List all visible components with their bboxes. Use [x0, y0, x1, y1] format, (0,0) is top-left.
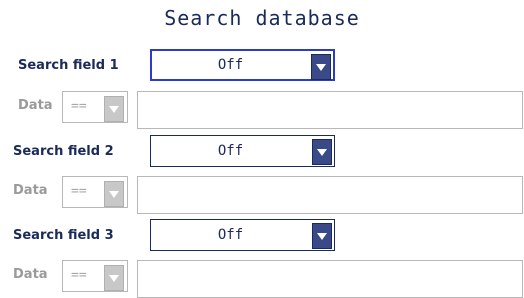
chevron-down-icon[interactable]	[104, 96, 124, 122]
page-title: Search database	[164, 6, 360, 30]
data-1-row: Data ==	[0, 91, 524, 129]
chevron-down-icon[interactable]	[104, 265, 124, 291]
data-1-operator-select[interactable]: ==	[62, 91, 128, 123]
chevron-down-icon[interactable]	[312, 223, 332, 249]
search-field-2-select[interactable]: Off	[150, 135, 335, 167]
search-field-1-value: Off	[217, 57, 244, 73]
search-field-2-label: Search field 2	[13, 144, 114, 159]
chevron-down-icon[interactable]	[312, 139, 332, 165]
search-field-1-label: Search field 1	[18, 58, 119, 73]
search-field-1-select[interactable]: Off	[150, 49, 335, 81]
search-field-3-value: Off	[217, 227, 244, 243]
data-1-operator: ==	[71, 99, 87, 114]
chevron-down-icon[interactable]	[311, 54, 331, 80]
data-2-row: Data ==	[0, 176, 524, 214]
data-1-label: Data	[18, 98, 53, 113]
data-3-label: Data	[13, 267, 48, 282]
search-field-3-row: Search field 3 Off	[0, 219, 524, 255]
data-1-input[interactable]	[137, 91, 523, 129]
search-field-2-value: Off	[217, 143, 244, 159]
search-field-1-row: Search field 1 Off	[0, 49, 524, 85]
search-field-3-label: Search field 3	[13, 228, 114, 243]
data-3-operator-select[interactable]: ==	[62, 260, 128, 292]
data-3-input[interactable]	[137, 260, 523, 298]
data-3-operator: ==	[71, 268, 87, 283]
search-field-3-select[interactable]: Off	[150, 219, 335, 251]
chevron-down-icon[interactable]	[104, 181, 124, 207]
data-3-row: Data ==	[0, 260, 524, 298]
data-2-label: Data	[13, 183, 48, 198]
data-2-operator-select[interactable]: ==	[62, 176, 128, 208]
search-field-2-row: Search field 2 Off	[0, 135, 524, 171]
data-2-input[interactable]	[137, 176, 523, 214]
data-2-operator: ==	[71, 184, 87, 199]
